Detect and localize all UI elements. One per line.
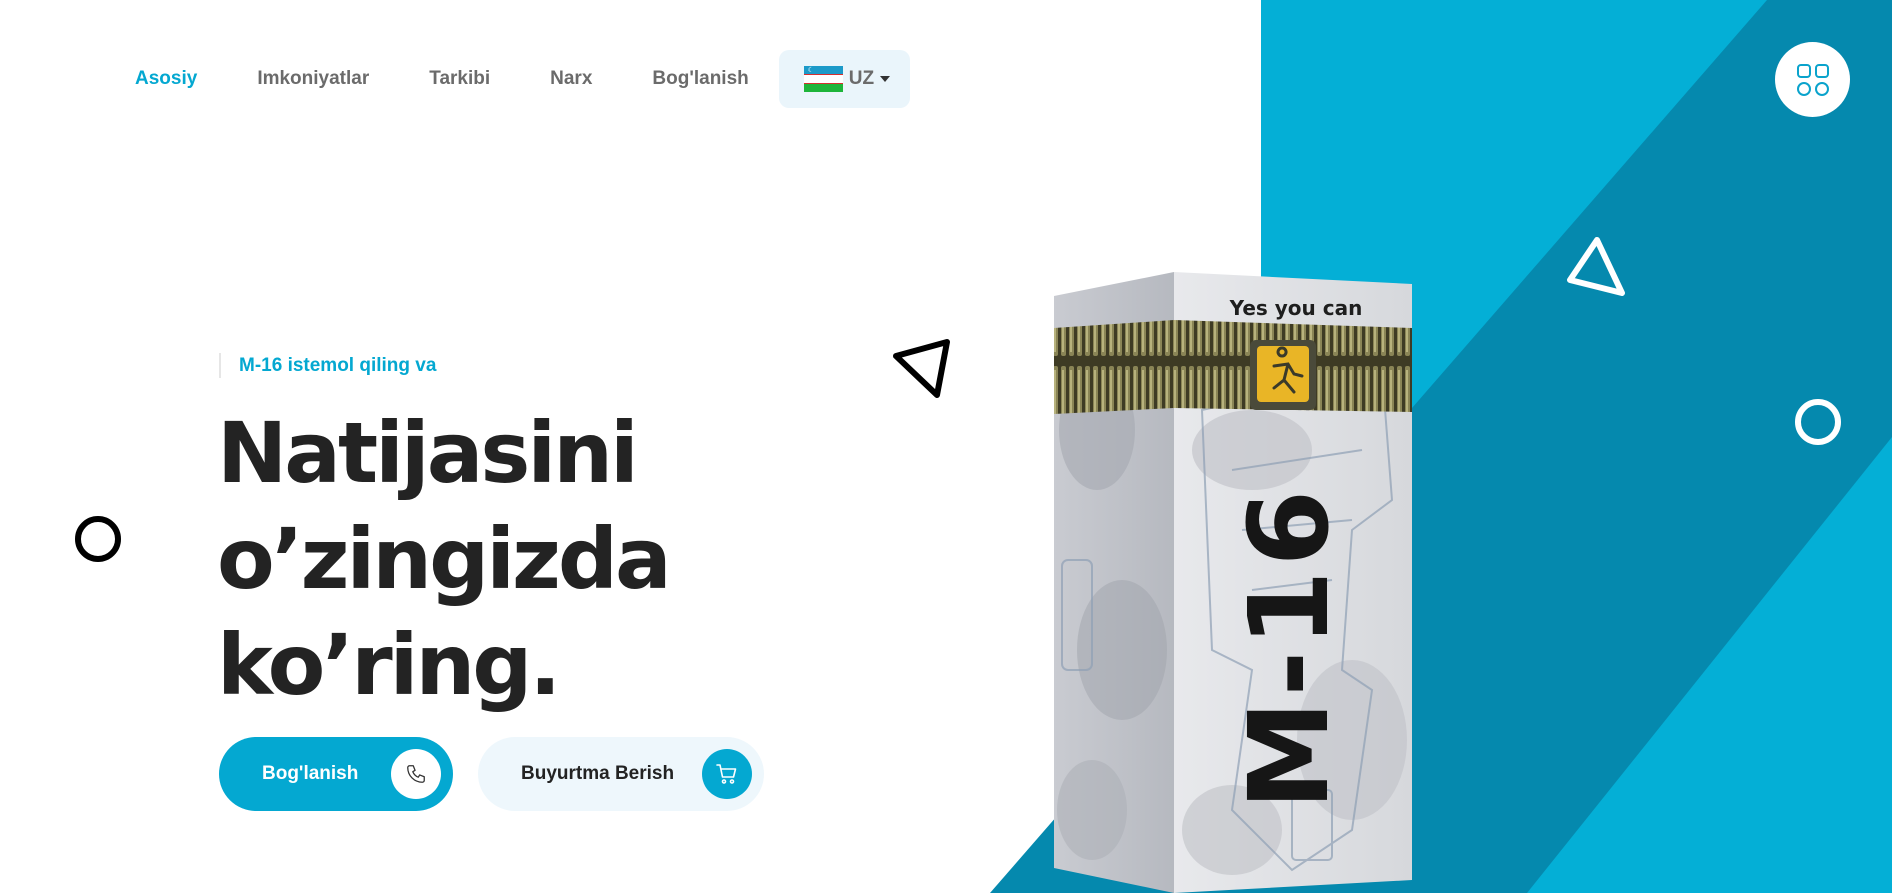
main-nav: Asosiy Imkoniyatlar Tarkibi Narx Bog'lan… bbox=[120, 50, 911, 108]
nav-item-imkoniyatlar[interactable]: Imkoniyatlar bbox=[242, 68, 384, 90]
language-selector[interactable]: ☾ UZ bbox=[778, 50, 911, 108]
menu-button[interactable] bbox=[1775, 42, 1850, 117]
circle-shape-icon bbox=[75, 516, 121, 562]
hero-headline: Natijasini o’zingizda ko’ring. bbox=[217, 400, 917, 718]
nav-item-tarkibi[interactable]: Tarkibi bbox=[414, 68, 505, 90]
caret-down-icon bbox=[880, 76, 891, 82]
cart-icon bbox=[702, 749, 752, 799]
headline-line-2: o’zingizda bbox=[217, 510, 672, 608]
headline-line-3: ko’ring. bbox=[217, 616, 561, 714]
contact-button-label: Bog'lanish bbox=[262, 763, 359, 784]
headline-line-1: Natijasini bbox=[217, 404, 639, 502]
product-box-image: Yes you can M-16 bbox=[1054, 272, 1412, 893]
nav-item-boglanish[interactable]: Bog'lanish bbox=[637, 68, 763, 90]
hero-eyebrow: M-16 istemol qiling va bbox=[219, 353, 436, 378]
phone-icon bbox=[391, 749, 441, 799]
product-tagline: Yes you can bbox=[1229, 296, 1363, 320]
order-button[interactable]: Buyurtma Berish bbox=[478, 737, 764, 811]
product-name: M-16 bbox=[1225, 486, 1353, 810]
uzbekistan-flag-icon: ☾ bbox=[803, 66, 843, 92]
order-button-label: Buyurtma Berish bbox=[521, 763, 675, 784]
triangle-outline-white-icon bbox=[1567, 237, 1625, 296]
grid-icon bbox=[1796, 63, 1829, 96]
triangle-shape-icon bbox=[893, 339, 950, 398]
circle-outline-white-icon bbox=[1795, 399, 1841, 445]
nav-item-asosiy[interactable]: Asosiy bbox=[120, 68, 212, 90]
contact-button[interactable]: Bog'lanish bbox=[219, 737, 453, 811]
language-code: UZ bbox=[848, 68, 875, 89]
nav-item-narx[interactable]: Narx bbox=[535, 68, 607, 90]
